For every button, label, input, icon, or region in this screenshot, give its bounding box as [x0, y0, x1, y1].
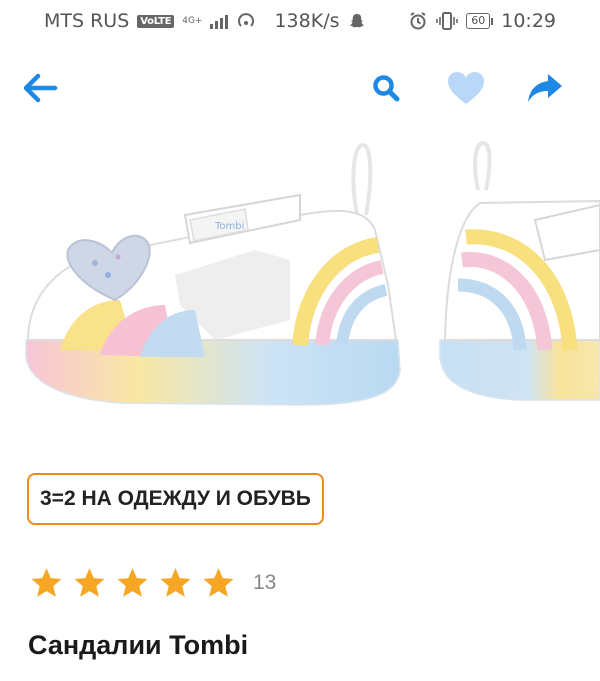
share-arrow-icon	[528, 74, 562, 102]
hotspot-icon	[238, 13, 255, 27]
search-icon	[373, 75, 400, 102]
star-icon	[160, 568, 191, 597]
shoe-brand-label: Tombi	[214, 221, 244, 232]
volte-badge: VoLTE	[137, 14, 175, 28]
star-icon	[203, 568, 234, 597]
search-button[interactable]	[364, 66, 408, 110]
battery-icon: 60	[466, 13, 494, 29]
status-left: MTS RUS VoLTE 4G+ 138K/s	[44, 10, 366, 32]
review-count: 13	[253, 571, 277, 594]
network-type: 4G+	[182, 15, 203, 26]
product-title: Сандалии Tombi	[28, 630, 249, 660]
star-icon	[117, 568, 148, 597]
sandal-side-view: Tombi	[25, 142, 401, 406]
star-icon	[31, 568, 62, 597]
star-icon	[74, 568, 105, 597]
vibrate-icon	[436, 12, 459, 30]
sandal-back-view	[439, 140, 600, 401]
product-image[interactable]: Tombi	[0, 135, 600, 420]
product-toolbar	[0, 58, 600, 116]
arrow-left-icon	[23, 73, 58, 103]
signal-icon	[210, 13, 229, 29]
promo-badge[interactable]: 3=2 НА ОДЕЖДУ И ОБУВЬ	[27, 473, 324, 525]
data-speed: 138K/s	[274, 10, 340, 32]
favorite-button[interactable]	[444, 66, 488, 110]
heart-icon	[448, 72, 484, 104]
back-button[interactable]	[18, 66, 62, 110]
carrier-name: MTS RUS	[44, 10, 130, 32]
battery-level: 60	[466, 13, 491, 29]
status-bar: MTS RUS VoLTE 4G+ 138K/s 60 10:29	[0, 0, 600, 42]
clock: 10:29	[501, 10, 556, 32]
status-right: 60 10:29	[408, 10, 556, 32]
product-rating[interactable]: 13	[29, 563, 276, 603]
share-button[interactable]	[523, 66, 567, 110]
alarm-icon	[410, 12, 426, 30]
snapchat-icon	[349, 14, 364, 28]
